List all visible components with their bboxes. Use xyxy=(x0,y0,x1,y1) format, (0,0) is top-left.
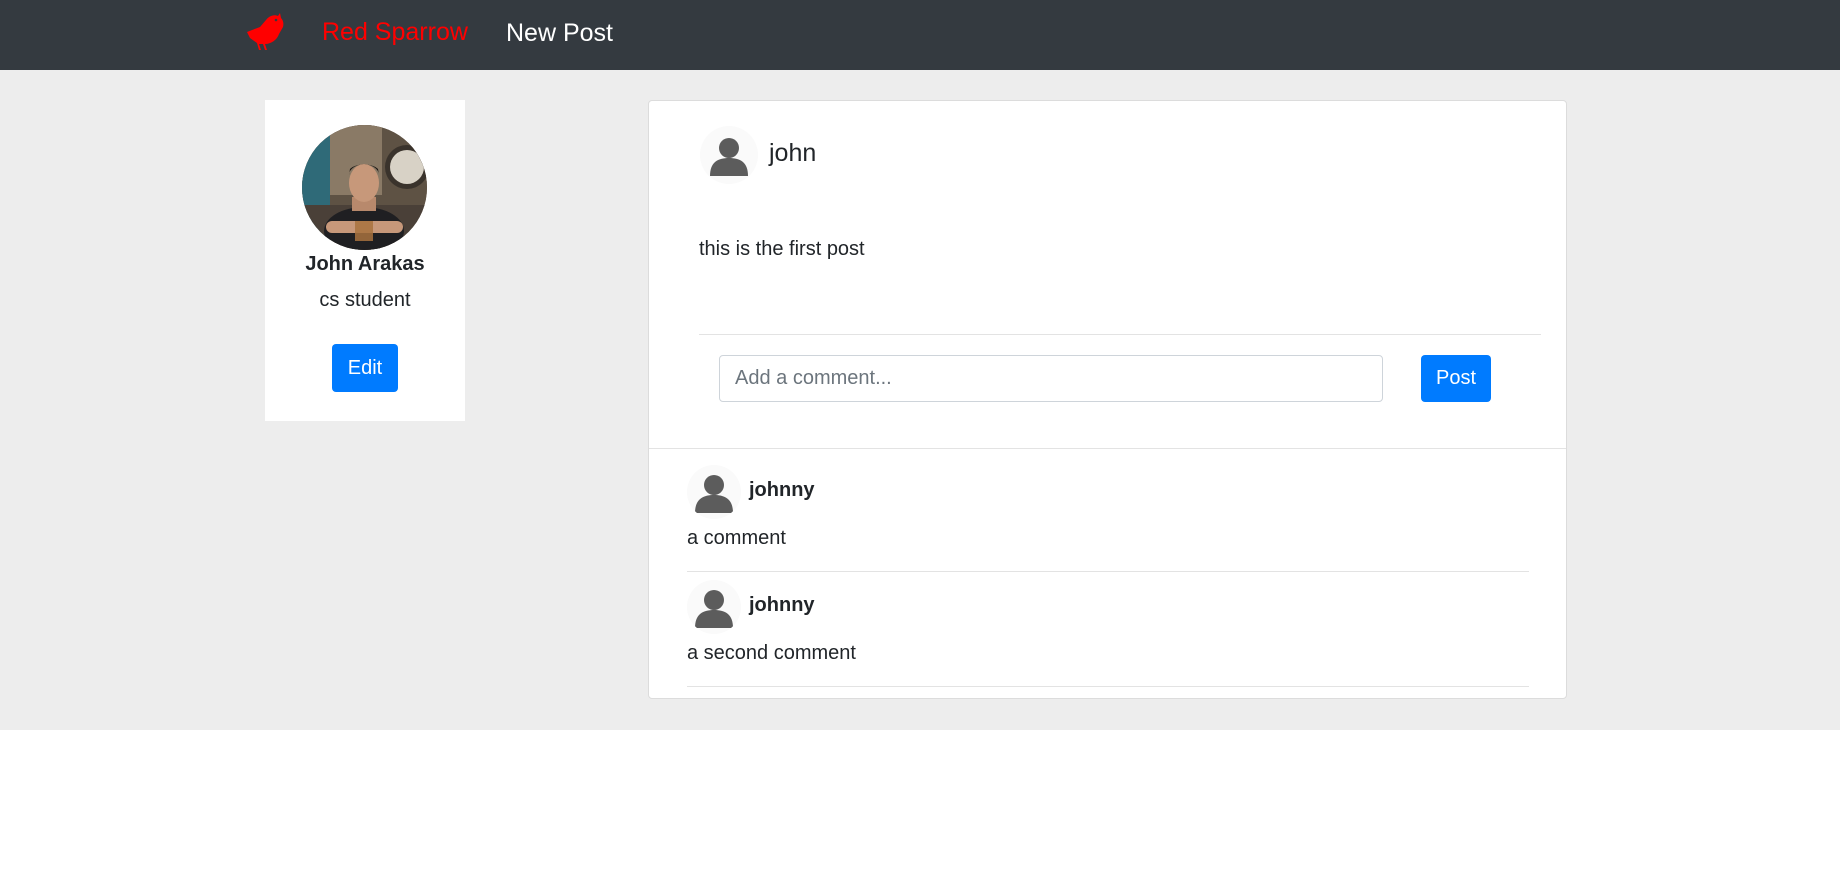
comment-text: a comment xyxy=(687,527,786,549)
brand-link[interactable]: Red Sparrow xyxy=(322,18,468,47)
comment-input[interactable] xyxy=(719,355,1383,402)
comment-author-avatar[interactable] xyxy=(687,580,741,634)
comment-author[interactable]: johnny xyxy=(749,594,815,617)
comment-divider xyxy=(687,686,1529,687)
profile-avatar[interactable] xyxy=(302,125,427,250)
navbar: Red Sparrow New Post xyxy=(0,0,1840,70)
user-silhouette-icon xyxy=(710,138,748,176)
section-divider xyxy=(649,448,1566,449)
profile-photo xyxy=(302,125,427,250)
sparrow-icon[interactable] xyxy=(244,10,286,52)
post-body: this is the first post xyxy=(699,238,865,260)
comment-author-avatar[interactable] xyxy=(687,465,741,519)
edit-profile-button[interactable]: Edit xyxy=(332,344,398,392)
post-author[interactable]: john xyxy=(769,139,816,168)
post-comment-button[interactable]: Post xyxy=(1421,355,1491,402)
comment-item: johnny a comment xyxy=(687,457,1529,572)
profile-name: John Arakas xyxy=(305,253,425,275)
user-silhouette-icon xyxy=(695,475,733,513)
post-card: john this is the first post Post johnny … xyxy=(648,100,1567,699)
comment-text: a second comment xyxy=(687,642,856,664)
comment-author[interactable]: johnny xyxy=(749,479,815,502)
user-silhouette-icon xyxy=(695,590,733,628)
new-post-link[interactable]: New Post xyxy=(506,19,613,48)
profile-bio: cs student xyxy=(319,289,411,311)
post-divider xyxy=(699,334,1541,335)
post-author-avatar[interactable] xyxy=(700,126,758,184)
comment-item: johnny a second comment xyxy=(687,572,1529,687)
profile-card: John Arakas cs student Edit xyxy=(265,100,465,421)
